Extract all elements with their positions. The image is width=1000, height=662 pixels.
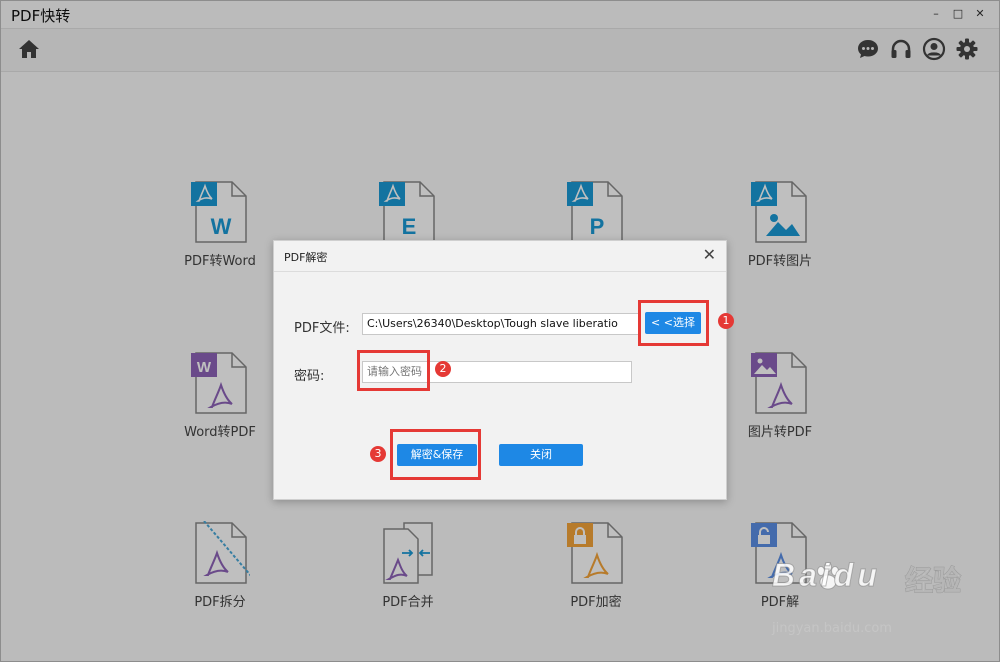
dialog-header: PDF解密 ✕ bbox=[274, 241, 726, 272]
password-label: 密码: bbox=[294, 369, 325, 384]
file-label: PDF文件: bbox=[294, 321, 350, 336]
watermark-brand: Baidu bbox=[772, 557, 881, 594]
dialog-title: PDF解密 bbox=[284, 251, 328, 264]
file-path-input[interactable]: C:\Users\26340\Desktop\Tough slave liber… bbox=[362, 313, 640, 335]
close-dialog-button[interactable]: 关闭 bbox=[499, 444, 583, 466]
annotation-badge: 1 bbox=[718, 313, 734, 329]
annotation-box-choose bbox=[638, 300, 709, 346]
annotation-badge: 2 bbox=[435, 361, 451, 377]
watermark-cn: 经验 bbox=[905, 564, 962, 598]
annotation-badge: 3 bbox=[370, 446, 386, 462]
decrypt-dialog: PDF解密 ✕ PDF文件: C:\Users\26340\Desktop\To… bbox=[273, 240, 727, 500]
annotation-box-password bbox=[357, 350, 430, 391]
annotation-box-decrypt bbox=[390, 429, 481, 480]
dialog-close-icon[interactable]: ✕ bbox=[703, 245, 716, 264]
watermark-url: jingyan.baidu.com bbox=[772, 621, 892, 636]
